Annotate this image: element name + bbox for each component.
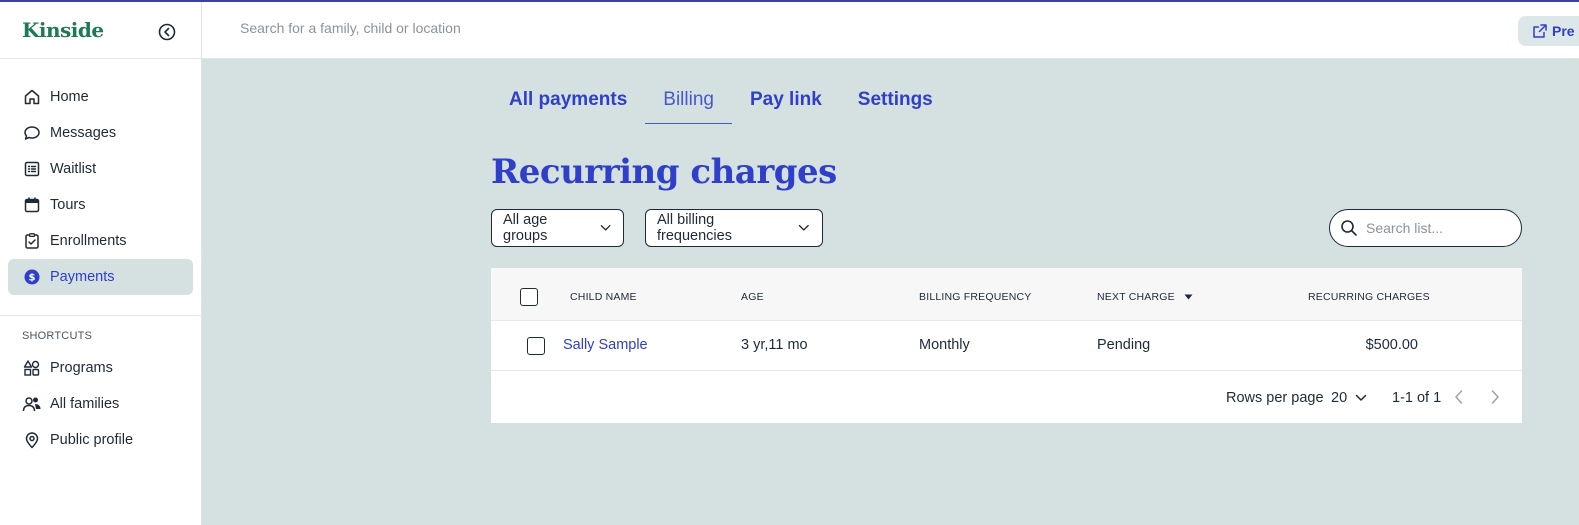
top-bar: Pre <box>202 2 1579 59</box>
list-icon <box>22 159 42 179</box>
column-header-child-name[interactable]: CHILD NAME <box>570 291 637 303</box>
sidebar-item-label: Home <box>50 89 89 105</box>
main-nav: Home Messages Waitlist Tours Enrollments <box>0 59 201 295</box>
age-group-filter[interactable]: All age groups <box>491 209 624 247</box>
next-page-icon[interactable] <box>1490 389 1500 409</box>
global-search-input[interactable] <box>240 20 840 36</box>
billing-frequency-cell: Monthly <box>919 337 970 353</box>
chevron-down-icon <box>799 224 810 231</box>
recurring-charges-cell: $500.00 <box>1365 337 1418 353</box>
dollar-circle-icon: $ <box>22 267 42 287</box>
sidebar-item-enrollments[interactable]: Enrollments <box>8 223 193 259</box>
brand-row: Kinside <box>0 2 201 59</box>
sidebar-item-programs[interactable]: Programs <box>8 350 193 386</box>
collapse-sidebar-icon[interactable] <box>157 22 177 42</box>
sidebar-item-label: Waitlist <box>50 161 97 177</box>
sidebar-item-messages[interactable]: Messages <box>8 115 193 151</box>
column-header-age[interactable]: AGE <box>741 291 764 303</box>
shapes-icon <box>22 358 42 378</box>
tab-billing[interactable]: Billing <box>645 84 732 124</box>
column-header-billing-frequency[interactable]: BILLING FREQUENCY <box>919 291 1032 303</box>
column-header-label: NEXT CHARGE <box>1097 291 1175 303</box>
list-search-input[interactable] <box>1366 220 1506 236</box>
pagination-range: 1-1 of 1 <box>1392 390 1442 406</box>
top-accent-line <box>0 0 1579 2</box>
external-link-icon <box>1533 24 1547 38</box>
next-charge-cell: Pending <box>1097 337 1151 353</box>
tab-settings[interactable]: Settings <box>840 84 951 124</box>
sidebar-item-label: Enrollments <box>50 233 127 249</box>
users-icon <box>22 394 42 414</box>
billing-frequency-filter-label: All billing frequencies <box>657 212 732 244</box>
message-icon <box>22 123 42 143</box>
sidebar-item-label: Programs <box>50 360 113 376</box>
table-header: CHILD NAME AGE BILLING FREQUENCY NEXT CH… <box>491 268 1522 321</box>
rows-per-page-label: Rows per page <box>1226 390 1324 406</box>
child-name-link[interactable]: Sally Sample <box>563 337 648 353</box>
payments-tabs: All payments Billing Pay link Settings <box>491 84 951 124</box>
home-icon <box>22 87 42 107</box>
rows-per-page-value: 20 <box>1331 390 1348 406</box>
column-header-recurring-charges[interactable]: RECURRING CHARGES <box>1308 291 1430 303</box>
billing-frequency-filter[interactable]: All billing frequencies <box>645 209 823 247</box>
chevron-down-icon <box>600 225 611 231</box>
clipboard-check-icon <box>22 231 42 251</box>
page-title: Recurring charges <box>491 152 837 192</box>
sidebar-item-label: Payments <box>50 269 115 285</box>
rows-per-page-select[interactable]: 20 <box>1331 390 1367 406</box>
shortcuts-nav: Programs All families Public profile <box>0 350 201 458</box>
sidebar: Kinside Home Messages Waitlist Tours Enr… <box>0 2 202 525</box>
select-all-checkbox[interactable] <box>520 288 538 306</box>
age-cell: 3 yr,11 mo <box>741 337 808 353</box>
column-header-next-charge[interactable]: NEXT CHARGE <box>1097 291 1193 303</box>
sidebar-item-all-families[interactable]: All families <box>8 386 193 422</box>
search-icon <box>1341 220 1357 236</box>
sort-desc-icon <box>1184 294 1193 300</box>
sidebar-item-tours[interactable]: Tours <box>8 187 193 223</box>
preview-button-label: Pre <box>1552 23 1575 39</box>
list-search <box>1329 209 1522 247</box>
chevron-down-icon <box>1355 394 1367 401</box>
kinside-logo[interactable]: Kinside <box>22 18 104 42</box>
sidebar-item-label: Messages <box>50 125 117 141</box>
svg-text:$: $ <box>29 273 36 284</box>
sidebar-item-label: All families <box>50 396 120 412</box>
tab-pay-link[interactable]: Pay link <box>732 84 840 124</box>
previous-page-icon[interactable] <box>1454 389 1464 409</box>
sidebar-divider <box>0 315 201 316</box>
table-row[interactable]: Sally Sample 3 yr,11 mo Monthly Pending … <box>491 321 1522 371</box>
recurring-charges-table: CHILD NAME AGE BILLING FREQUENCY NEXT CH… <box>491 268 1522 423</box>
sidebar-item-payments[interactable]: $ Payments <box>8 259 193 295</box>
tab-all-payments[interactable]: All payments <box>491 84 645 124</box>
row-checkbox[interactable] <box>527 337 545 355</box>
sidebar-item-waitlist[interactable]: Waitlist <box>8 151 193 187</box>
age-group-filter-label: All age groups <box>503 212 548 244</box>
calendar-icon <box>22 195 42 215</box>
sidebar-item-label: Tours <box>50 197 86 213</box>
preview-button[interactable]: Pre <box>1518 16 1579 46</box>
sidebar-item-label: Public profile <box>50 432 134 448</box>
sidebar-item-public-profile[interactable]: Public profile <box>8 422 193 458</box>
shortcuts-heading: SHORTCUTS <box>22 330 93 342</box>
sidebar-item-home[interactable]: Home <box>8 79 193 115</box>
location-pin-icon <box>22 430 42 450</box>
table-pagination: Rows per page 20 1-1 of 1 <box>491 371 1522 422</box>
